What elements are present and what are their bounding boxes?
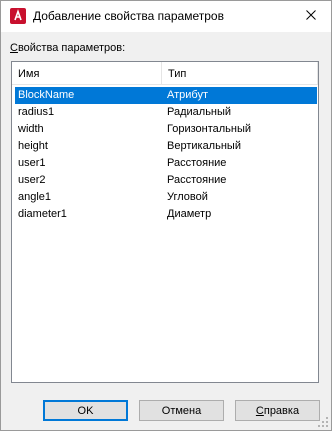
- list-item-name: diameter1: [18, 208, 67, 220]
- list-item-name: width: [18, 123, 44, 135]
- list-item-name: BlockName: [18, 89, 75, 101]
- autocad-a-icon: [10, 8, 26, 24]
- list-item-type: Расстояние: [167, 174, 227, 186]
- window-title: Добавление свойства параметров: [33, 9, 224, 23]
- list-item[interactable]: user2 Расстояние: [15, 172, 317, 189]
- list-item-type: Радиальный: [167, 106, 232, 118]
- list-item[interactable]: BlockName Атрибут: [15, 87, 317, 104]
- cancel-button[interactable]: Отмена: [139, 400, 224, 421]
- list-item[interactable]: angle1 Угловой: [15, 189, 317, 206]
- column-header-type[interactable]: Тип: [162, 62, 318, 85]
- close-button[interactable]: [291, 1, 331, 32]
- ok-button[interactable]: OK: [43, 400, 128, 421]
- list-item-type: Диаметр: [167, 208, 212, 220]
- list-item-name: user1: [18, 157, 46, 169]
- list-header: Имя Тип: [12, 62, 318, 85]
- list-item[interactable]: width Горизонтальный: [15, 121, 317, 138]
- help-button[interactable]: Справка: [235, 400, 320, 421]
- title-bar[interactable]: Добавление свойства параметров: [1, 1, 331, 32]
- parameters-properties-label: Свойства параметров:: [10, 42, 126, 54]
- list-item-type: Атрибут: [167, 89, 208, 101]
- list-item-type: Расстояние: [167, 157, 227, 169]
- list-item-name: radius1: [18, 106, 55, 118]
- list-item-type: Горизонтальный: [167, 123, 252, 135]
- resize-grip-icon[interactable]: [317, 416, 329, 428]
- list-item-name: angle1: [18, 191, 52, 203]
- column-header-name[interactable]: Имя: [12, 62, 162, 85]
- list-rows: BlockName Атрибут radius1 Радиальный width Го…: [15, 87, 317, 223]
- list-item[interactable]: user1 Расстояние: [15, 155, 317, 172]
- list-item-type: Угловой: [167, 191, 208, 203]
- list-item-name: height: [18, 140, 48, 152]
- list-item[interactable]: height Вертикальный: [15, 138, 317, 155]
- list-item-name: user2: [18, 174, 46, 186]
- list-item[interactable]: radius1 Радиальный: [15, 104, 317, 121]
- list-item[interactable]: diameter1 Диаметр: [15, 206, 317, 223]
- list-item-type: Вертикальный: [167, 140, 241, 152]
- dialog-window: Добавление свойства параметров Свойства …: [0, 0, 332, 431]
- close-icon: [306, 10, 316, 23]
- parameters-list[interactable]: Имя Тип BlockName Атрибут radius1 Радиальны…: [11, 61, 319, 383]
